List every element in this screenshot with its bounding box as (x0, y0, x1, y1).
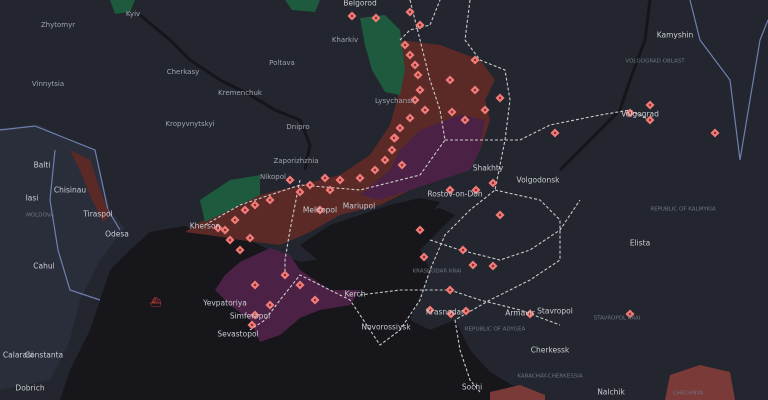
city-label: Mariupol (342, 201, 376, 211)
city-label: Shakhty (472, 163, 504, 173)
region-label: KARACHAY-CHERKESSIA (517, 373, 583, 380)
city-label: Chisinau (53, 185, 87, 195)
city-label: Dobrich (15, 383, 45, 393)
ship-icon[interactable]: ⛴ (150, 297, 162, 308)
city-label: Yevpatoriya (203, 298, 247, 308)
city-label: Cahul (33, 261, 55, 271)
city-label: Sevastopol (217, 329, 259, 339)
city-label: Calarasi (2, 350, 34, 360)
city-label: Nikopol (260, 173, 286, 181)
city-label: Tiraspol (83, 209, 113, 219)
city-label: Vinnytsia (31, 80, 65, 88)
city-label: Melitopol (302, 205, 338, 215)
city-label: Volgograd (621, 109, 659, 119)
city-label: Stavropol (537, 306, 573, 316)
city-label: Zhytomyr (40, 21, 76, 29)
city-label: Sochi (461, 382, 483, 392)
region-label: VOLGOGRAD OBLAST (625, 58, 685, 65)
city-label: Belgorod (343, 0, 377, 8)
city-label: Krasnodar (425, 307, 465, 317)
city-label: Kropyvnytskyi (165, 120, 215, 128)
city-label: Dnipro (286, 123, 310, 131)
city-label: Cherkessk (530, 345, 570, 355)
city-label: Kerch (344, 289, 366, 299)
city-label: Balti (33, 160, 51, 170)
city-label: Cherkasy (166, 68, 200, 76)
city-label: Kyiv (125, 10, 141, 18)
city-label: Kherson (189, 221, 221, 231)
city-label: Nalchik (597, 387, 625, 397)
city-label: Kremenchuk (218, 89, 262, 97)
region-label: CHECHNYA (672, 390, 704, 397)
city-label: Simferopol (229, 311, 271, 321)
region-label: REPUBLIC OF KALMYKIA (650, 206, 716, 213)
city-label: Iasi (25, 193, 39, 203)
region-label: STAVROPOL KRAI (593, 315, 641, 322)
city-label: Armavir (505, 308, 535, 318)
city-label: Rostov-on-Don (427, 189, 483, 199)
city-label: Elista (629, 238, 651, 248)
city-label: Poltava (269, 59, 295, 67)
region-label: MOLDOVA (26, 212, 54, 219)
city-label: Kharkiv (331, 36, 359, 44)
city-label: Volgodonsk (516, 175, 560, 185)
city-label: Kamyshin (656, 30, 694, 40)
region-label: REPUBLIC OF ADYGEA (464, 326, 526, 333)
region-label: KRASNODAR KRAI (412, 268, 462, 275)
city-label: Zaporizhzhia (273, 157, 319, 165)
city-label: Odesa (105, 229, 129, 239)
city-label: Lysychansk (375, 97, 415, 105)
city-label: Novorossiysk (361, 322, 411, 332)
